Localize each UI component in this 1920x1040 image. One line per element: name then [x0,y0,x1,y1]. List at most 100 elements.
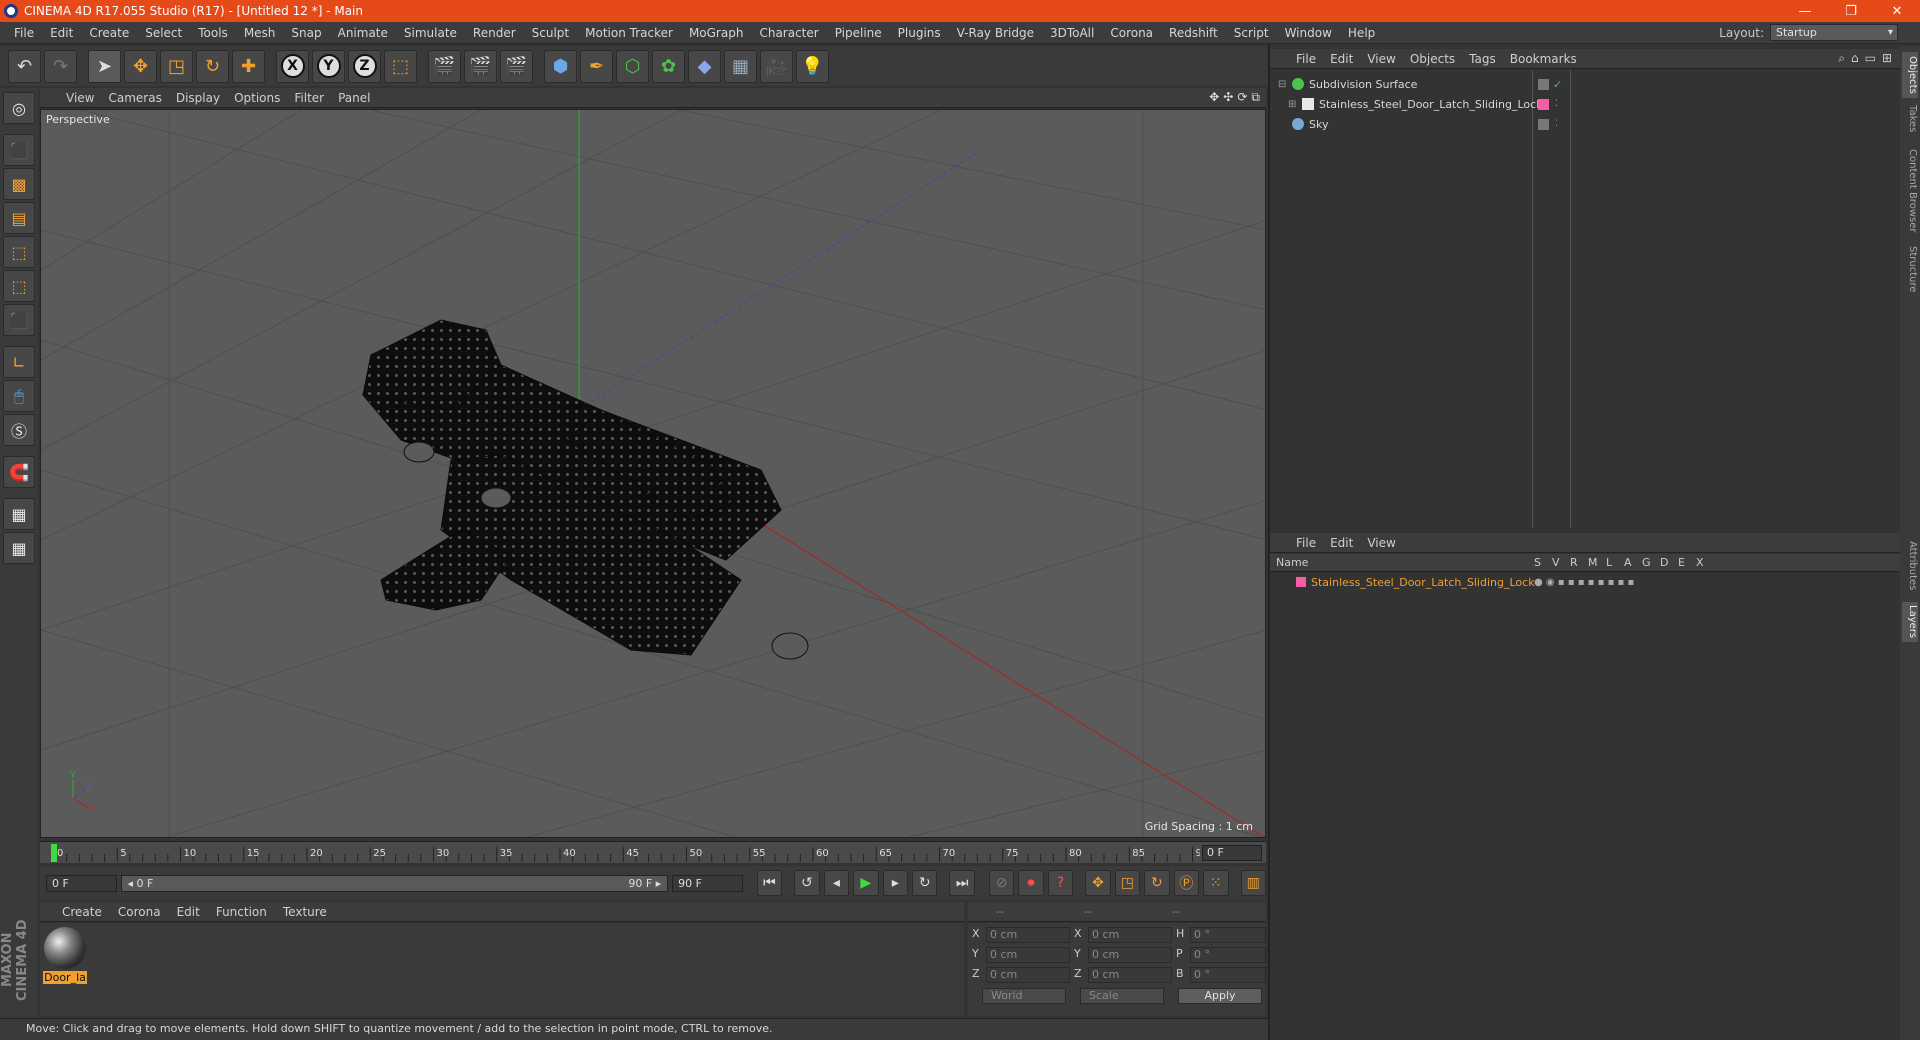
render-picture-viewer-button[interactable]: 🎬 [464,49,497,83]
key-pla-button[interactable]: ⁙ [1203,870,1229,896]
lm-menu-view[interactable]: View [1367,536,1395,550]
layer-flags-icons[interactable]: ● ◉ ▪ ▪ ▪ ▪ ▪ ▪ ▪ ▪ [1534,577,1634,588]
menu-plugins[interactable]: Plugins [890,26,949,40]
expand-icon[interactable]: ⊞ [1288,99,1296,110]
om-menu-bookmarks[interactable]: Bookmarks [1510,52,1577,66]
rotation-h-field[interactable]: 0 ° [1190,927,1266,943]
array-generator-button[interactable]: ✿ [652,49,685,83]
size-x-field[interactable]: 0 cm [1088,927,1172,943]
column-name[interactable]: Name [1276,556,1308,569]
locked-workplane-button[interactable]: ▦ [3,498,35,530]
material-swatch[interactable]: Door_la [43,927,87,984]
apply-button[interactable]: Apply [1178,988,1262,1004]
menu-3dtoall[interactable]: 3DToAll [1042,26,1102,40]
window-icon[interactable]: ▭ [1865,51,1876,66]
menu-mograph[interactable]: MoGraph [681,26,752,40]
viewport-menu-cameras[interactable]: Cameras [108,91,171,105]
spline-pen-button[interactable]: ✒ [580,49,613,83]
viewport-menu-options[interactable]: Options [234,91,290,105]
rotate-tool-button[interactable]: ↻ [196,49,229,83]
timeline-window-button[interactable]: ▥ [1240,870,1266,896]
tab-layers[interactable]: Layers [1902,602,1918,642]
viewport-menu-panel[interactable]: Panel [338,91,380,105]
position-y-field[interactable]: 0 cm [986,947,1070,963]
column-xref[interactable]: X [1696,556,1704,569]
undo-button[interactable]: ↶ [8,49,41,83]
expand-icon[interactable]: ⊞ [1882,51,1892,66]
column-locked[interactable]: L [1606,556,1612,569]
y-axis-button[interactable]: Y [312,49,345,83]
size-y-field[interactable]: 0 cm [1088,947,1172,963]
play-button[interactable]: ▶ [853,870,879,896]
menu-render[interactable]: Render [465,26,524,40]
floor-object-button[interactable]: ▦ [724,49,757,83]
solo-button[interactable]: Ⓢ [3,414,35,446]
cube-primitive-button[interactable]: ⬢ [544,49,577,83]
column-view[interactable]: V [1552,556,1560,569]
menu-file[interactable]: File [6,26,42,40]
tab-content-browser[interactable]: Content Browser [1902,146,1918,236]
column-render[interactable]: R [1570,556,1578,569]
lm-menu-file[interactable]: File [1296,536,1316,550]
key-rotation-button[interactable]: ↻ [1144,870,1170,896]
render-view-button[interactable]: 🎬 [428,49,461,83]
material-menu-function[interactable]: Function [216,905,267,919]
size-z-field[interactable]: 0 cm [1088,967,1172,983]
goto-end-button[interactable]: ⏭ [949,870,975,896]
object-row[interactable]: ⊞ Stainless_Steel_Door_Latch_Sliding_Loc… [1270,94,1900,114]
column-animation[interactable]: A [1624,556,1632,569]
pan-icon[interactable]: ✥ [1209,90,1219,105]
orbit-icon[interactable]: ⟳ [1237,90,1247,105]
menu-simulate[interactable]: Simulate [396,26,465,40]
layout-dropdown[interactable]: Startup [1770,24,1898,41]
visibility-dots-icon[interactable]: ⁚ [1555,99,1566,110]
om-menu-file[interactable]: File [1296,52,1316,66]
next-frame-button[interactable]: ▸ [882,870,908,896]
om-menu-edit[interactable]: Edit [1330,52,1353,66]
column-manager[interactable]: M [1588,556,1598,569]
goto-previous-key-button[interactable]: ↺ [794,870,820,896]
edges-mode-button[interactable]: ⬚ [3,270,35,302]
tab-takes[interactable]: Takes [1902,104,1918,134]
menu-vray-bridge[interactable]: V-Ray Bridge [949,26,1042,40]
camera-object-button[interactable]: 🎥 [760,49,793,83]
menu-motion-tracker[interactable]: Motion Tracker [577,26,681,40]
menu-edit[interactable]: Edit [42,26,81,40]
tab-attributes[interactable]: Attributes [1902,536,1918,596]
collapse-icon[interactable]: ⊟ [1278,79,1286,90]
texture-mode-button[interactable]: ▩ [3,168,35,200]
record-keys-disabled-button[interactable]: ⊘ [988,870,1015,896]
subdivision-surface-button[interactable]: ⬡ [616,49,649,83]
make-editable-button[interactable]: ◎ [3,92,35,124]
tab-objects[interactable]: Objects [1902,52,1918,98]
goto-start-button[interactable]: ⏮ [756,870,783,896]
coordinate-system-button[interactable]: ⬚ [384,49,417,83]
key-position-button[interactable]: ✥ [1085,870,1111,896]
axis-mode-button[interactable]: ∟ [3,346,35,378]
scale-tool-button[interactable]: ◳ [160,49,193,83]
layer-row[interactable]: Stainless_Steel_Door_Latch_Sliding_Lock … [1270,574,1900,590]
goto-next-key-button[interactable]: ↻ [911,870,938,896]
column-expressions[interactable]: E [1678,556,1685,569]
visibility-toggle-icon[interactable] [1538,78,1549,90]
layer-color-swatch[interactable] [1296,577,1306,587]
planar-workplane-button[interactable]: ▦ [3,532,35,564]
menu-redshift[interactable]: Redshift [1161,26,1226,40]
transform-tool-button[interactable]: ✚ [232,49,265,83]
menu-window[interactable]: Window [1277,26,1340,40]
door-latch-model[interactable] [361,319,782,656]
material-menu-create[interactable]: Create [62,905,102,919]
deformer-button[interactable]: ◆ [688,49,721,83]
dolly-icon[interactable]: ✣ [1223,90,1233,105]
menu-select[interactable]: Select [137,26,190,40]
polygons-mode-button[interactable]: ⬛ [3,304,35,336]
rotation-p-field[interactable]: 0 ° [1190,947,1266,963]
frame-range-slider[interactable]: ◂ 0 F 90 F ▸ [120,874,669,892]
column-deformers[interactable]: D [1660,556,1668,569]
om-menu-view[interactable]: View [1367,52,1395,66]
enabled-check-icon[interactable]: ✓ [1553,79,1564,90]
menu-create[interactable]: Create [81,26,137,40]
snap-button[interactable]: 🧲 [3,456,35,488]
rotation-b-field[interactable]: 0 ° [1190,967,1266,983]
tweak-mode-button[interactable]: 🖱 [3,380,35,412]
